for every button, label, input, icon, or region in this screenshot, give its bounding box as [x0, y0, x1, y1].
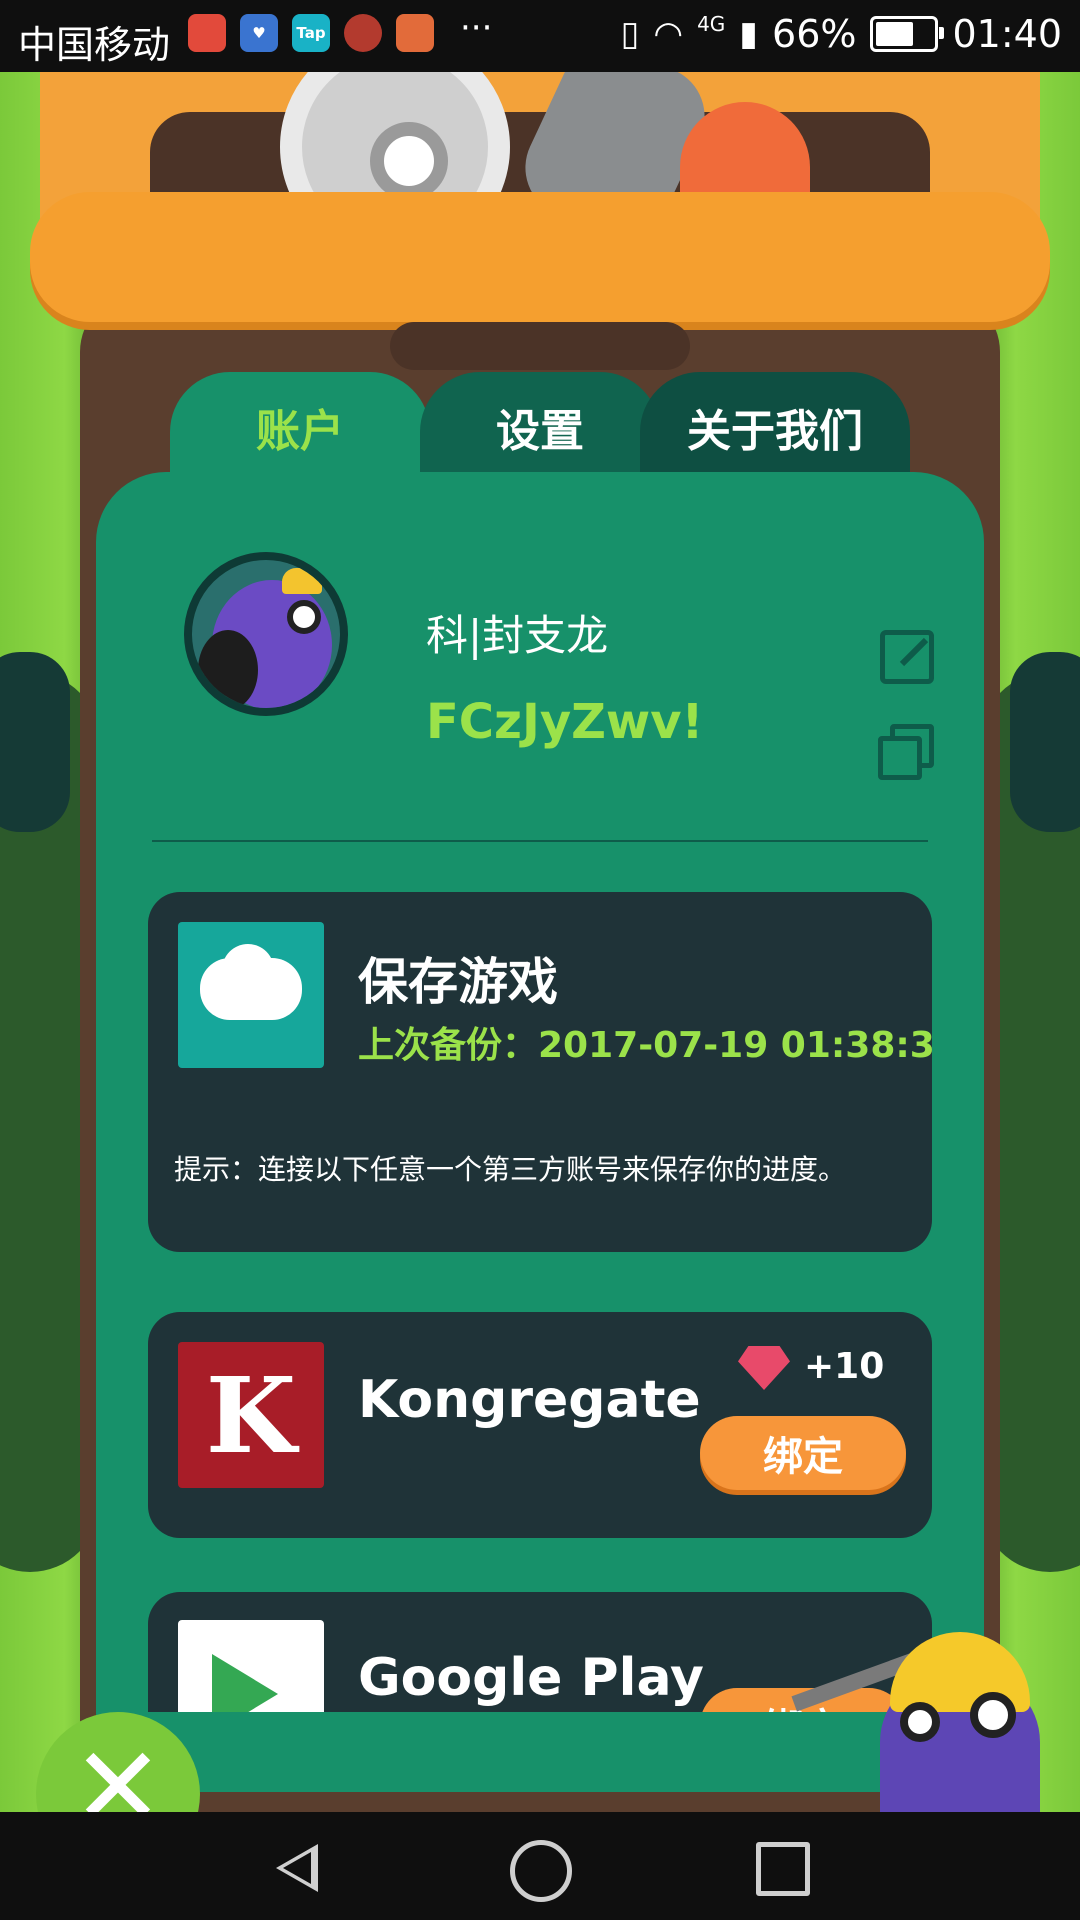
save-game-title: 保存游戏 — [358, 953, 558, 1011]
tool-app-icon — [396, 14, 434, 52]
gem-icon — [738, 1346, 790, 1390]
recents-icon[interactable] — [756, 1842, 810, 1896]
tab-about[interactable]: 关于我们 — [640, 372, 910, 482]
kongregate-bind-button[interactable]: 绑定 — [700, 1416, 906, 1490]
avatar-hat — [282, 568, 322, 594]
vibrate-icon: ▯ — [620, 14, 640, 54]
gem-reward: +10 — [804, 1346, 885, 1387]
copy-icon-front — [878, 736, 922, 780]
toolbox-lid — [30, 192, 1050, 322]
panel-footer — [96, 1712, 984, 1792]
status-right: ▯ ◠ 4G ▮ 66% 01:40 — [621, 12, 1062, 56]
edit-icon[interactable] — [880, 630, 934, 684]
tab-settings[interactable]: 设置 — [420, 372, 660, 482]
account-panel: 科|封支龙 FCzJyZwv! 保存游戏 上次备份：2017-07-19 01:… — [96, 472, 984, 1792]
status-bar: 中国移动 ♥ Tap ··· ▯ ◠ 4G ▮ 66% 01:40 — [0, 0, 1080, 72]
battery-fill — [876, 22, 914, 46]
more-notifications-icon: ··· — [460, 8, 493, 48]
game-scene: 账户 设置 关于我们 科|封支龙 FCzJyZwv! 保存游戏 上次备份：201… — [0, 72, 1080, 1812]
avatar-app-icon — [344, 14, 382, 52]
jungle-shadow-right — [1010, 652, 1080, 832]
avatar-shadow-creature — [198, 630, 258, 708]
mascot-eye — [970, 1692, 1016, 1738]
home-icon[interactable] — [510, 1840, 572, 1902]
back-icon-inner — [283, 1852, 311, 1884]
kongregate-name: Kongregate — [358, 1370, 701, 1430]
wifi-icon: ◠ — [653, 14, 684, 54]
carrier-label: 中国移动 — [18, 23, 171, 67]
tab-account[interactable]: 账户 — [170, 372, 430, 482]
network-type: 4G — [697, 12, 726, 36]
profile-code: FCzJyZwv! — [426, 694, 704, 750]
google-play-name: Google Play — [358, 1648, 704, 1708]
tab-account-label: 账户 — [256, 406, 344, 457]
nav-bar — [0, 1812, 1080, 1920]
taptap-icon: Tap — [292, 14, 330, 52]
clock: 01:40 — [952, 12, 1062, 56]
jungle-shadow-left — [0, 652, 70, 832]
tab-settings-label: 设置 — [496, 406, 584, 457]
battery-percent: 66% — [772, 12, 857, 56]
last-backup-time: 上次备份：2017-07-19 01:38:32 — [358, 1025, 932, 1066]
store-icon — [188, 14, 226, 52]
cloud-body — [200, 958, 302, 1020]
gear-hub — [370, 122, 448, 200]
save-game-card: 保存游戏 上次备份：2017-07-19 01:38:32 提示：连接以下任意一… — [148, 892, 932, 1252]
health-icon: ♥ — [240, 14, 278, 52]
profile-name: 科|封支龙 — [426, 611, 609, 660]
avatar[interactable] — [184, 552, 348, 716]
divider — [152, 840, 928, 842]
miner-mascot — [791, 1632, 1060, 1812]
battery-icon — [870, 16, 945, 52]
toolbox-handle-slot — [390, 322, 690, 370]
notification-icons: ♥ Tap — [188, 14, 434, 52]
mascot-eye — [900, 1702, 940, 1742]
avatar-eye — [287, 600, 321, 634]
tab-about-label: 关于我们 — [687, 406, 863, 457]
cloud-upload-icon — [178, 922, 324, 1068]
signal-icon: ▮ — [739, 14, 759, 54]
copy-icon[interactable] — [878, 724, 934, 780]
save-hint: 提示：连接以下任意一个第三方账号来保存你的进度。 — [174, 1153, 847, 1186]
kongregate-logo: K — [178, 1342, 324, 1488]
kongregate-card: K Kongregate +10 绑定 — [148, 1312, 932, 1538]
